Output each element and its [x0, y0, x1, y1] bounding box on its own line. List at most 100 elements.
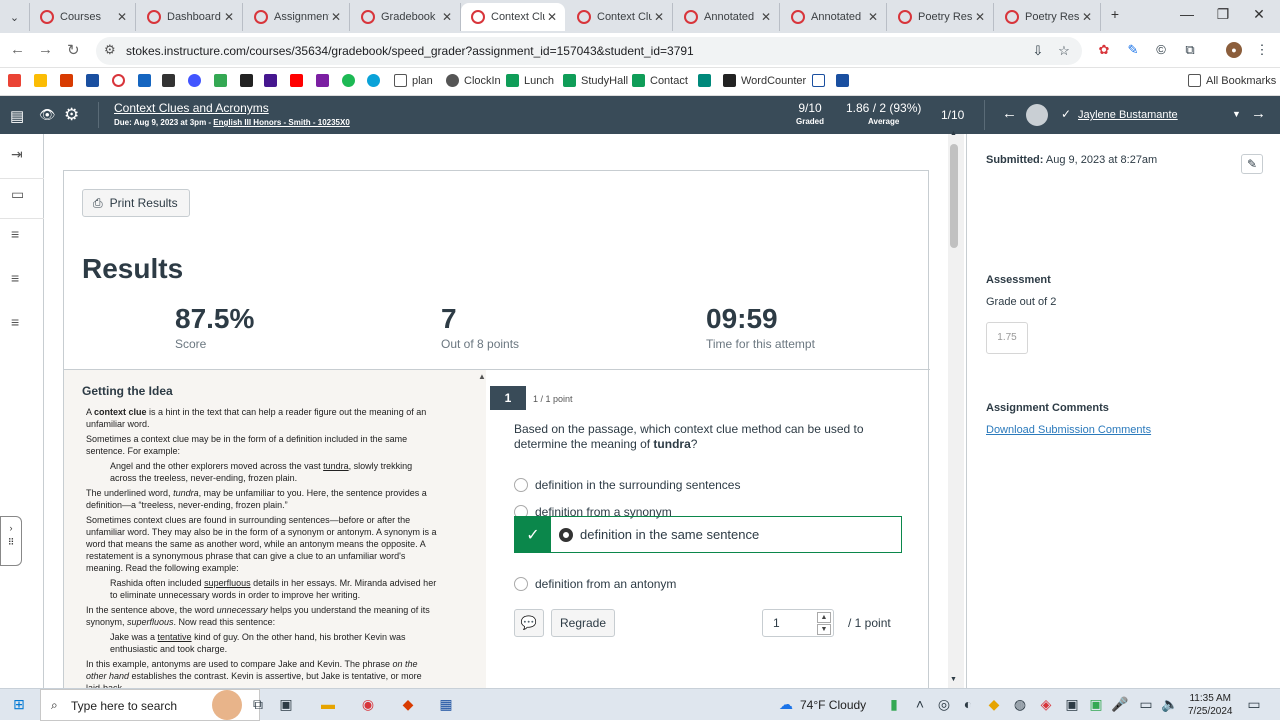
- main-scrollbar[interactable]: ▲ ▼: [948, 130, 964, 688]
- tab-annotated-2[interactable]: Annotated ✕: [781, 3, 887, 31]
- decrement-arrow-icon[interactable]: ▼: [817, 624, 831, 635]
- volume-icon[interactable]: 🔈: [1160, 696, 1180, 713]
- sis-bookmark-icon[interactable]: [86, 74, 104, 87]
- text-lines-icon[interactable]: ≡: [11, 314, 19, 330]
- course-link[interactable]: English III Honors - Smith - 10235X0: [213, 118, 349, 127]
- collapse-arrow-icon[interactable]: ⇥: [11, 146, 23, 163]
- address-bar[interactable]: ⚙ stokes.instructure.com/courses/35634/g…: [96, 37, 1082, 65]
- eye-icon[interactable]: 👁: [39, 107, 56, 123]
- task-view-icon[interactable]: ⧉: [248, 696, 268, 713]
- system-clock[interactable]: 11:35 AM 7/25/2024: [1188, 692, 1233, 718]
- previous-student-arrow-icon[interactable]: ←: [1002, 105, 1017, 122]
- radio-button[interactable]: [514, 478, 528, 492]
- next-student-arrow-icon[interactable]: →: [1251, 105, 1266, 122]
- radio-button-selected[interactable]: [559, 527, 573, 542]
- tab-context-clues-active[interactable]: Context Clu ✕: [461, 3, 565, 31]
- weather-text[interactable]: 74°F Cloudy: [800, 698, 866, 712]
- drag-handle[interactable]: › ⠿: [0, 516, 22, 566]
- pear-bookmark-icon[interactable]: [316, 74, 334, 87]
- print-results-button[interactable]: ⎙ Print Results: [82, 189, 190, 217]
- canvas-bookmark-icon[interactable]: [112, 74, 130, 87]
- meet-bookmark-icon[interactable]: [698, 74, 716, 87]
- tray-icon[interactable]: ▮: [884, 696, 904, 713]
- gradebook-icon[interactable]: ▤: [10, 107, 24, 125]
- close-icon[interactable]: ✕: [115, 10, 129, 24]
- close-icon[interactable]: ✕: [759, 10, 773, 24]
- bookmark-folder-plan[interactable]: plan: [394, 74, 433, 87]
- youtube-bookmark-icon[interactable]: [290, 74, 308, 87]
- close-icon[interactable]: ✕: [652, 10, 666, 24]
- answer-option-correct[interactable]: ✓ definition in the same sentence: [514, 516, 902, 553]
- book-bookmark-icon[interactable]: [162, 74, 180, 87]
- tab-courses[interactable]: Courses ✕: [30, 3, 136, 31]
- tab-dashboard[interactable]: Dashboard ✕: [137, 3, 243, 31]
- back-arrow-icon[interactable]: ←: [10, 41, 25, 58]
- chevron-up-icon[interactable]: ˄: [910, 696, 930, 712]
- all-bookmarks-folder[interactable]: All Bookmarks: [1188, 74, 1276, 87]
- gear-icon[interactable]: ⚙: [64, 105, 79, 125]
- chevron-down-icon[interactable]: ▼: [1232, 109, 1241, 119]
- quizlet-bookmark-icon[interactable]: [188, 74, 206, 87]
- regrade-button[interactable]: Regrade: [551, 609, 615, 637]
- windows-start-icon[interactable]: ⊞: [9, 696, 29, 713]
- kahoot-bookmark-icon[interactable]: [264, 74, 282, 87]
- bookmark-studyhall[interactable]: StudyHall: [563, 74, 628, 87]
- close-window-button[interactable]: ✕: [1244, 6, 1274, 23]
- close-icon[interactable]: ✕: [1080, 10, 1094, 24]
- tray-icon[interactable]: ◍: [1010, 696, 1030, 713]
- weather-icon[interactable]: ☁: [776, 696, 796, 713]
- drive-bookmark-icon[interactable]: [34, 74, 52, 87]
- tab-context-clues[interactable]: Context Clu ✕: [567, 3, 673, 31]
- close-icon[interactable]: ✕: [329, 10, 343, 24]
- radio-button[interactable]: [514, 577, 528, 591]
- extension-icon[interactable]: ✎: [1125, 42, 1141, 58]
- download-comments-link[interactable]: Download Submission Comments: [986, 424, 1151, 436]
- forward-arrow-icon[interactable]: →: [38, 41, 53, 58]
- scroll-up-icon[interactable]: ▲: [950, 130, 957, 137]
- menu-kebab-icon[interactable]: ⋮: [1254, 42, 1270, 58]
- grade-input[interactable]: 1.75: [986, 322, 1028, 354]
- edpuzzle-bookmark-icon[interactable]: [367, 74, 385, 87]
- passage-scroll-up-icon[interactable]: ▲: [478, 372, 486, 381]
- tray-icon[interactable]: ◆: [984, 696, 1004, 713]
- bookmark-star-icon[interactable]: ☆: [1056, 43, 1072, 59]
- close-icon[interactable]: ✕: [866, 10, 880, 24]
- app-icon[interactable]: ◆: [398, 696, 418, 713]
- bookmark-contact[interactable]: Contact: [632, 74, 688, 87]
- restore-window-button[interactable]: ❐: [1208, 6, 1238, 23]
- bookmark-wordcounter[interactable]: WordCounter: [723, 74, 806, 87]
- tray-icon[interactable]: ◎: [934, 696, 954, 713]
- chrome-icon[interactable]: ◉: [358, 696, 378, 713]
- tray-icon[interactable]: ◐: [958, 696, 978, 712]
- site-info-icon[interactable]: ⚙: [104, 42, 116, 58]
- close-icon[interactable]: ✕: [545, 10, 559, 24]
- increment-arrow-icon[interactable]: ▲: [817, 612, 831, 623]
- cortana-avatar-icon[interactable]: [212, 690, 242, 720]
- tab-gradebook[interactable]: Gradebook ✕: [351, 3, 461, 31]
- ef-bookmark-icon[interactable]: [812, 74, 830, 87]
- answer-option[interactable]: definition from an antonym: [514, 577, 676, 591]
- network-icon[interactable]: ▭: [1136, 696, 1156, 713]
- tray-icon[interactable]: ▣: [1086, 696, 1106, 713]
- profile-avatar[interactable]: ●: [1226, 42, 1242, 58]
- office-bookmark-icon[interactable]: [60, 74, 78, 87]
- answer-option[interactable]: definition in the surrounding sentences: [514, 478, 740, 492]
- install-app-icon[interactable]: ⇩: [1030, 43, 1046, 59]
- extensions-puzzle-icon[interactable]: ⧉: [1182, 42, 1198, 58]
- minimize-window-button[interactable]: —: [1172, 6, 1202, 22]
- pencil-icon[interactable]: ✎: [1241, 154, 1263, 174]
- r-bookmark-icon[interactable]: [138, 74, 156, 87]
- tab-search-menu[interactable]: ⌄: [0, 3, 30, 31]
- tray-icon[interactable]: ◈: [1036, 696, 1056, 713]
- points-input[interactable]: 1 ▲ ▼: [762, 609, 834, 637]
- bookmark-lunch[interactable]: Lunch: [506, 74, 554, 87]
- text-lines-icon[interactable]: ≡: [11, 270, 19, 286]
- comment-icon[interactable]: ▭: [11, 186, 24, 203]
- notifications-icon[interactable]: ▭: [1244, 696, 1264, 713]
- student-name-select[interactable]: Jaylene Bustamante: [1078, 109, 1178, 121]
- spotify-bookmark-icon[interactable]: [342, 74, 360, 87]
- new-tab-button[interactable]: +: [1100, 6, 1130, 22]
- scrollbar-thumb[interactable]: [950, 144, 958, 248]
- q-bookmark-icon[interactable]: [240, 74, 258, 87]
- scroll-down-icon[interactable]: ▼: [950, 676, 957, 683]
